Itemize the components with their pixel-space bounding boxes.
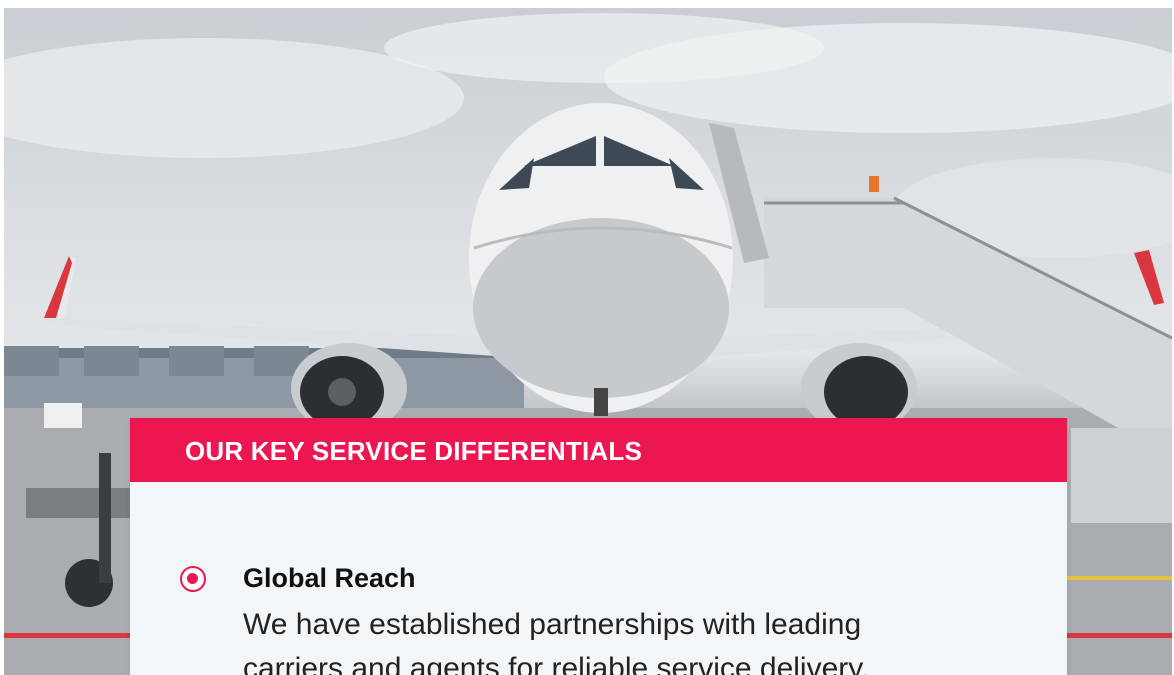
radio-dot [187, 573, 198, 584]
page: OUR KEY SERVICE DIFFERENTIALS Global Rea… [0, 0, 1174, 675]
feature-description: We have established partnerships with le… [243, 608, 870, 675]
service-differentials-card: OUR KEY SERVICE DIFFERENTIALS Global Rea… [130, 418, 1067, 675]
feature-title: Global Reach [243, 563, 416, 593]
card-title: OUR KEY SERVICE DIFFERENTIALS [185, 436, 643, 466]
card-header: OUR KEY SERVICE DIFFERENTIALS [130, 418, 1067, 482]
radio-selected-icon [180, 566, 206, 592]
